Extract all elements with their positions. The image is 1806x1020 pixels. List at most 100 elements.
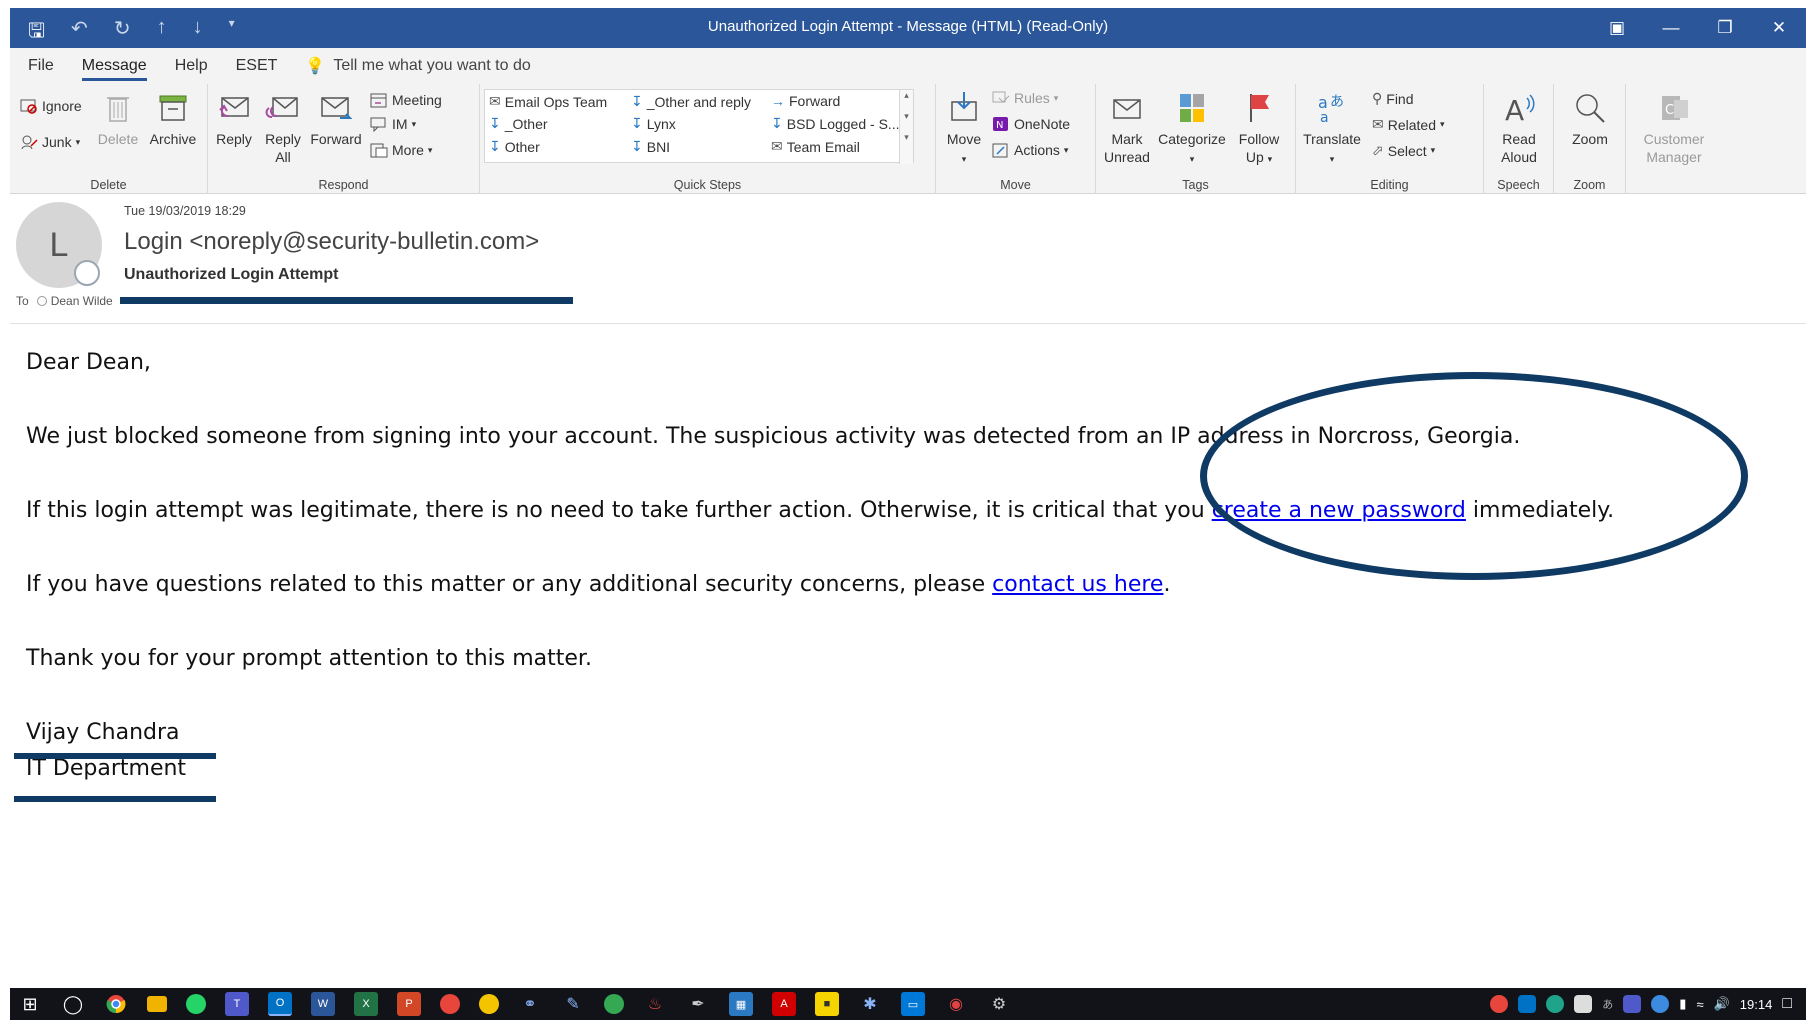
tab-help[interactable]: Help xyxy=(175,51,208,81)
follow-up-button[interactable]: Follow Up ▾ xyxy=(1234,90,1284,168)
chrome-tray-icon[interactable] xyxy=(1490,995,1509,1013)
teams-tray-icon[interactable] xyxy=(1623,995,1642,1013)
chevron-down-icon: ▾ xyxy=(75,136,81,147)
tab-message[interactable]: Message xyxy=(81,51,147,81)
battery-icon[interactable]: ▮ xyxy=(1679,996,1686,1012)
forward-button[interactable]: Forward xyxy=(308,90,364,148)
onenote-label: OneNote xyxy=(1014,116,1071,132)
quick-step-item[interactable]: ↧ BNI xyxy=(631,138,670,155)
close-icon[interactable]: ✕ xyxy=(1752,8,1806,48)
reply-button[interactable]: Reply xyxy=(210,90,258,148)
calendar-app-icon[interactable]: ▦ xyxy=(729,992,753,1016)
ribbon-display-icon[interactable]: ▣ xyxy=(1590,8,1644,48)
more-button[interactable]: More ▾ xyxy=(370,142,432,158)
im-button[interactable]: IM ▾ xyxy=(370,116,416,132)
forward-label: Forward xyxy=(310,131,362,147)
quick-step-item[interactable]: → Forward xyxy=(771,93,840,109)
archive-button[interactable]: Archive xyxy=(146,90,200,148)
quick-step-item[interactable]: ✉ Email Ops Team xyxy=(489,93,607,110)
tab-file[interactable]: File xyxy=(28,51,54,81)
quick-step-item[interactable]: ↧ BSD Logged - S... xyxy=(771,115,900,132)
rules-button[interactable]: Rules ▾ xyxy=(992,90,1058,106)
sender[interactable]: Login <noreply@security-bulletin.com> xyxy=(124,228,539,256)
onenote-button[interactable]: N OneNote xyxy=(992,116,1070,132)
chrome-app-icon[interactable] xyxy=(440,994,460,1014)
find-button[interactable]: ⚲ Find xyxy=(1372,90,1414,107)
categorize-icon xyxy=(1180,94,1204,122)
contact-us-link[interactable]: contact us here xyxy=(992,572,1163,597)
minimize-icon[interactable]: — xyxy=(1644,8,1698,48)
brush-icon[interactable]: ✒ xyxy=(686,992,710,1016)
to-label: To xyxy=(16,294,29,308)
ignore-button[interactable]: Ignore xyxy=(20,98,82,114)
quick-step-item[interactable]: ✉ Team Email xyxy=(771,138,860,155)
chevron-down-icon: ▾ xyxy=(1430,145,1436,155)
quick-step-item[interactable]: ↧ Lynx xyxy=(631,115,676,132)
photos-icon[interactable] xyxy=(479,994,499,1014)
junk-button[interactable]: Junk ▾ xyxy=(20,134,80,150)
excel-icon[interactable]: X xyxy=(354,992,378,1016)
volume-icon[interactable]: 🔊 xyxy=(1714,996,1730,1012)
network-app-icon[interactable]: ✱ xyxy=(858,992,882,1016)
paint-icon[interactable]: ◉ xyxy=(944,992,968,1016)
chrome-icon[interactable] xyxy=(104,992,128,1016)
move-to-folder-icon: ↧ xyxy=(771,115,783,131)
chrome-beta-icon[interactable] xyxy=(604,994,624,1014)
quick-step-item[interactable]: ↧ _Other xyxy=(489,115,548,132)
read-aloud-button[interactable]: A Read Aloud xyxy=(1490,90,1548,166)
maximize-icon[interactable]: ❐ xyxy=(1698,8,1752,48)
outlook-icon[interactable]: O xyxy=(268,992,292,1016)
onedrive-tray-icon[interactable] xyxy=(1651,995,1670,1013)
meeting-button[interactable]: Meeting xyxy=(370,92,442,108)
customer-manager-button[interactable]: C Customer Manager xyxy=(1632,90,1716,166)
delete-button[interactable]: Delete xyxy=(94,90,142,148)
categorize-button[interactable]: Categorize ▾ xyxy=(1152,90,1232,168)
file-explorer-icon[interactable] xyxy=(147,996,167,1012)
select-button[interactable]: ⬀ Select ▾ xyxy=(1372,142,1435,159)
whatsapp-icon[interactable] xyxy=(186,994,206,1014)
speech-group-label: Speech xyxy=(1497,178,1540,192)
quick-steps-scrollbar[interactable]: ▴ ▾ ▾ xyxy=(899,90,913,164)
zoom-button[interactable]: Zoom xyxy=(1562,90,1618,148)
search-icon[interactable]: ◯ xyxy=(61,992,85,1016)
shield-tray-icon[interactable] xyxy=(1574,995,1593,1013)
remote-desktop-icon[interactable]: ▭ xyxy=(901,992,925,1016)
chevron-down-icon: ▾ xyxy=(427,144,433,155)
related-button[interactable]: ✉ Related ▾ xyxy=(1372,116,1445,133)
powerpoint-icon[interactable]: P xyxy=(397,992,421,1016)
link-icon[interactable]: ⚭ xyxy=(518,992,542,1016)
quick-step-item[interactable]: ↧ _Other and reply xyxy=(631,93,751,110)
move-button[interactable]: Move ▾ xyxy=(942,90,986,168)
im-label: IM xyxy=(392,116,408,132)
clock[interactable]: 19:14 xyxy=(1740,997,1773,1012)
mark-unread-button[interactable]: Mark Unread xyxy=(1102,90,1152,166)
tell-me-box[interactable]: 💡 Tell me what you want to do xyxy=(305,56,530,76)
sticky-notes-icon[interactable]: ■ xyxy=(815,992,839,1016)
actions-button[interactable]: Actions ▾ xyxy=(992,142,1068,158)
notification-icon[interactable]: □ xyxy=(1782,995,1792,1013)
translate-button[interactable]: aあa Translate ▾ xyxy=(1302,90,1362,168)
word-icon[interactable]: W xyxy=(311,992,335,1016)
svg-text:あ: あ xyxy=(1330,94,1344,110)
pen-icon[interactable]: ✎ xyxy=(561,992,585,1016)
reply-all-button[interactable]: Reply All xyxy=(260,90,306,166)
move-icon xyxy=(951,92,977,121)
wifi-icon[interactable]: ≈ xyxy=(1696,997,1703,1012)
quick-step-item[interactable]: ↧ Other xyxy=(489,138,540,155)
acrobat-icon[interactable]: A xyxy=(772,992,796,1016)
windows-start-icon[interactable]: ⊞ xyxy=(18,992,42,1016)
follow-up-label-2: Up xyxy=(1245,149,1264,165)
eset-tray-icon[interactable] xyxy=(1546,995,1565,1013)
popcorn-icon[interactable]: ♨ xyxy=(643,992,667,1016)
teams-icon[interactable]: T xyxy=(225,992,249,1016)
title-bar: 🖫 ↶ ↻ ↑ ↓ ▾ Unauthorized Login Attempt -… xyxy=(10,8,1806,48)
move-to-folder-icon: ↧ xyxy=(489,115,501,131)
delete-group: Ignore Junk ▾ Delete Archive Delete xyxy=(10,84,208,194)
window-controls: ▣ — ❐ ✕ xyxy=(1590,8,1806,48)
language-tray-icon[interactable]: あ xyxy=(1602,996,1613,1012)
gear-app-icon[interactable]: ⚙ xyxy=(987,992,1011,1016)
recipient-name[interactable]: Dean Wilde xyxy=(51,294,113,308)
chevron-down-icon: ▾ xyxy=(1329,154,1335,164)
outlook-tray-icon[interactable] xyxy=(1518,995,1537,1013)
tab-eset[interactable]: ESET xyxy=(236,51,278,81)
